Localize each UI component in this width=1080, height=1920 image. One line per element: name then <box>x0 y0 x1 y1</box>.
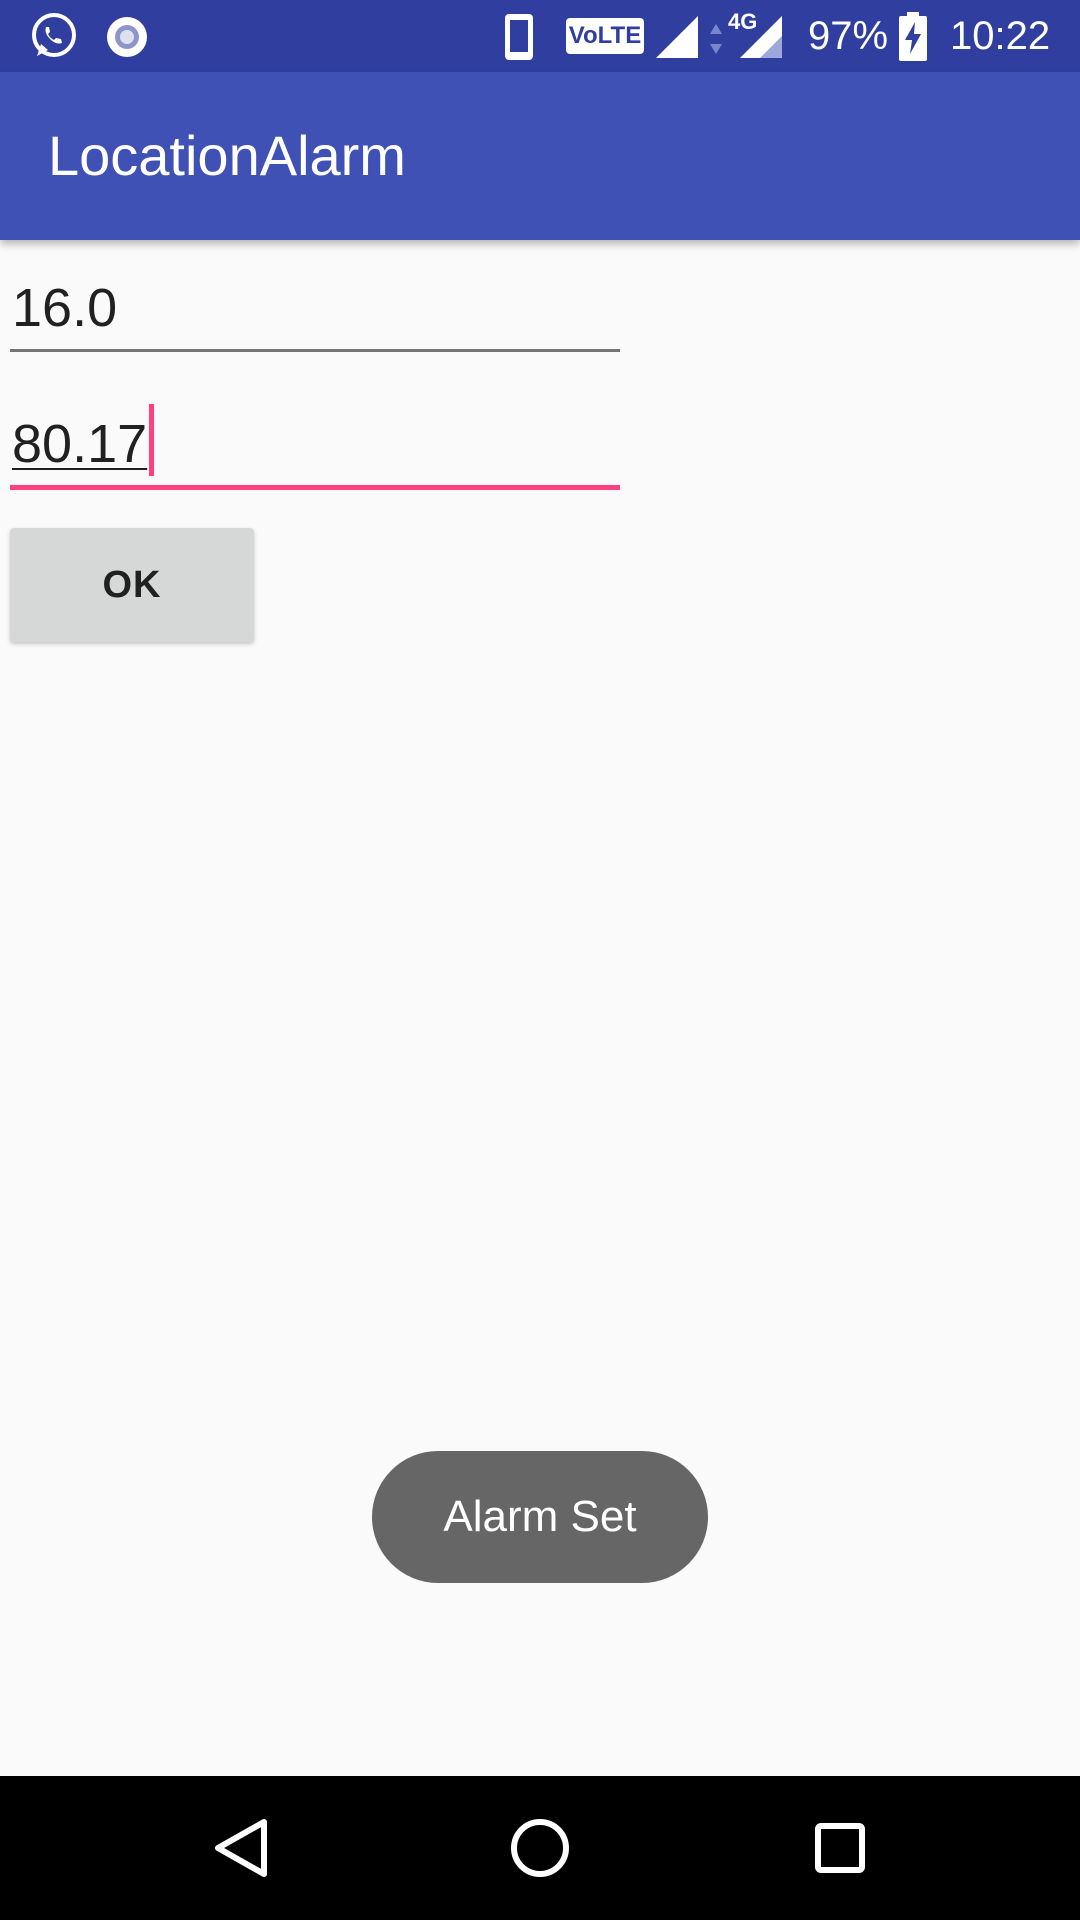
latitude-underline <box>10 349 620 352</box>
battery-charging-icon <box>899 12 927 61</box>
status-bar: VoLTE 4G 97% 10:22 <box>0 0 1080 72</box>
4g-signal-icon <box>740 16 782 58</box>
phone-icon <box>505 14 533 60</box>
notification-dot-icon <box>107 17 147 57</box>
volte-icon: VoLTE <box>566 18 644 54</box>
longitude-value: 80.17 <box>12 414 148 474</box>
latitude-value: 16.0 <box>12 278 118 338</box>
text-cursor <box>149 404 155 476</box>
longitude-underline <box>10 485 620 490</box>
app-title: LocationAlarm <box>48 124 406 187</box>
toast-message: Alarm Set <box>372 1451 708 1583</box>
app-bar: LocationAlarm <box>0 72 1080 240</box>
back-icon[interactable] <box>204 1812 276 1884</box>
battery-percent: 97% <box>808 14 889 58</box>
data-arrows-icon <box>710 24 722 54</box>
navigation-bar <box>0 1776 1080 1920</box>
longitude-text: 80.17 <box>12 404 155 476</box>
ok-button[interactable]: OK <box>10 528 254 642</box>
latitude-field[interactable]: 16.0 <box>10 256 620 352</box>
longitude-field[interactable]: 80.17 <box>10 394 620 490</box>
recents-icon[interactable] <box>804 1812 876 1884</box>
whatsapp-icon <box>32 13 76 57</box>
signal-icon <box>656 16 698 58</box>
clock: 10:22 <box>950 14 1051 58</box>
home-icon[interactable] <box>504 1812 576 1884</box>
